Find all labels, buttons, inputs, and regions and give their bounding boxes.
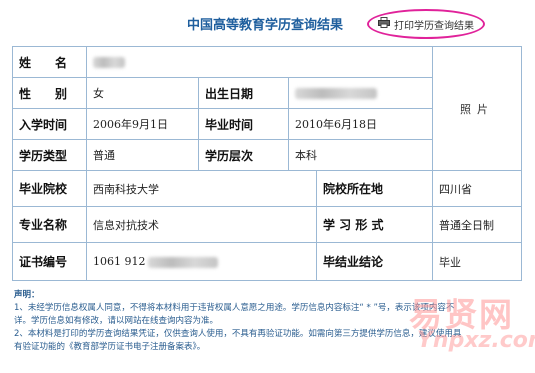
study-form-label: 学 习 形 式 (316, 206, 433, 243)
birthdate-value (288, 77, 433, 109)
page-title: 中国高等教育学历查询结果 (186, 18, 343, 33)
school-value: 西南科技大学 (86, 170, 317, 207)
table-row: 证书编号 1061 912 毕结业结论 毕业 (12, 242, 522, 281)
school-location-value: 四川省 (432, 170, 522, 207)
photo-placeholder: 照片 (432, 46, 522, 171)
disclaimer-notes: 声明： 1、未经学历信息权属人同意，不得将本材料用于违背权属人意愿之用途。学历信… (14, 289, 524, 354)
print-button-label: 打印学历查询结果 (394, 20, 474, 32)
enroll-label: 入学时间 (12, 108, 87, 140)
gender-value: 女 (86, 77, 199, 109)
graduate-label: 毕业时间 (198, 108, 289, 140)
cert-value: 1061 912 (86, 242, 317, 281)
notes-line: 详。学历信息如有修改，请以网站在线查询内容为准。 (14, 316, 219, 326)
table-row: 姓 名 照片 (12, 46, 522, 171)
name-value (86, 46, 433, 78)
gender-label: 性 别 (12, 77, 87, 109)
enroll-value: 2006年9月1日 (86, 108, 199, 140)
table-row: 毕业院校 西南科技大学 院校所在地 四川省 (12, 170, 522, 207)
result-table: 姓 名 照片 性 别 女 出生日期 入学时间 2006年9月1日 毕业时间 20… (12, 46, 522, 281)
major-value: 信息对抗技术 (86, 206, 317, 243)
conclusion-label: 毕结业结论 (316, 242, 433, 281)
notes-title: 声明： (14, 290, 40, 300)
notes-line: 2、本材料是打印的学历查询结果凭证，仅供查询人使用，不具有再验证功能。如需向第三… (14, 329, 462, 339)
edu-type-label: 学历类型 (12, 139, 87, 171)
school-location-label: 院校所在地 (316, 170, 433, 207)
cert-value-visible: 1061 912 (93, 255, 146, 268)
edu-type-value: 普通 (86, 139, 199, 171)
print-result-button[interactable]: 打印学历查询结果 (367, 9, 485, 39)
cert-label: 证书编号 (12, 242, 87, 281)
notes-line: 有验证功能的《教育部学历证书电子注册备案表》。 (14, 342, 206, 352)
school-label: 毕业院校 (12, 170, 87, 207)
graduate-value: 2010年6月18日 (288, 108, 433, 140)
study-form-value: 普通全日制 (432, 206, 522, 243)
table-row: 专业名称 信息对抗技术 学 习 形 式 普通全日制 (12, 206, 522, 243)
name-label: 姓 名 (12, 46, 87, 78)
conclusion-value: 毕业 (432, 242, 522, 281)
birthdate-label: 出生日期 (198, 77, 289, 109)
printer-icon (378, 17, 390, 31)
major-label: 专业名称 (12, 206, 87, 243)
edu-level-label: 学历层次 (198, 139, 289, 171)
notes-line: 1、未经学历信息权属人同意，不得将本材料用于违背权属人意愿之用途。学历信息内容标… (14, 303, 455, 313)
edu-level-value: 本科 (288, 139, 433, 171)
